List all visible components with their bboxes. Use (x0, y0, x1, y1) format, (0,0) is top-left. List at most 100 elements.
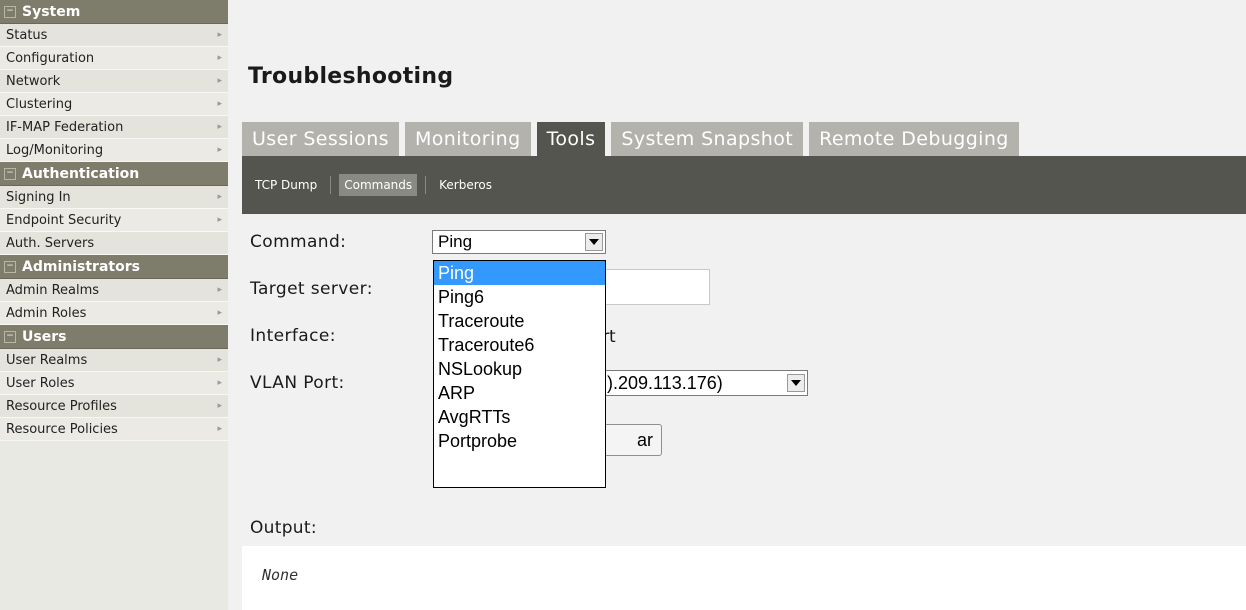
clear-button-label: ar (637, 429, 654, 450)
vlan-port-label: VLAN Port: (250, 373, 345, 393)
sidebar-item-label: User Realms (6, 352, 88, 368)
dropdown-option-nslookup[interactable]: NSLookup (434, 357, 605, 381)
sidebar-item-label: Status (6, 27, 48, 43)
subtab-bar: TCP Dump Commands Kerberos (242, 156, 1246, 214)
dropdown-option-traceroute[interactable]: Traceroute (434, 309, 605, 333)
sidebar-item-label: Signing In (6, 189, 71, 205)
section-title: Authentication (22, 165, 140, 182)
arrow-right-icon: ▸ (217, 99, 222, 109)
sidebar-item-label: Clustering (6, 96, 73, 112)
arrow-right-icon: ▸ (217, 53, 222, 63)
command-select[interactable]: Ping (432, 230, 606, 254)
arrow-right-icon: ▸ (217, 145, 222, 155)
sidebar-section-administrators: − Administrators Admin Realms ▸ Admin Role… (0, 255, 228, 325)
sidebar-item-configuration[interactable]: Configuration ▸ (0, 47, 228, 70)
dropdown-option-ping6[interactable]: Ping6 (434, 285, 605, 309)
vlan-port-value: ).209.113.176) (607, 372, 723, 393)
subtab-commands[interactable]: Commands (339, 174, 418, 196)
command-dropdown-list: Ping Ping6 Traceroute Traceroute6 NSLook… (433, 260, 606, 488)
sidebar-item-label: Endpoint Security (6, 212, 122, 228)
sidebar-item-signing-in[interactable]: Signing In ▸ (0, 186, 228, 209)
collapse-icon[interactable]: − (4, 167, 16, 180)
tab-bar: User Sessions Monitoring Tools System Sn… (242, 122, 1025, 156)
section-header[interactable]: − Administrators (0, 255, 228, 279)
divider (330, 176, 332, 194)
target-server-label: Target server: (250, 279, 373, 299)
chevron-down-icon[interactable] (787, 374, 805, 392)
sidebar-section-users: − Users User Realms ▸ User Roles ▸ Resource… (0, 325, 228, 441)
section-title: System (22, 3, 81, 20)
sidebar-item-label: Configuration (6, 50, 95, 66)
output-box: None (242, 546, 1246, 610)
tab-system-snapshot[interactable]: System Snapshot (611, 122, 804, 156)
dropdown-option-traceroute6[interactable]: Traceroute6 (434, 333, 605, 357)
sidebar-item-label: User Roles (6, 375, 75, 391)
arrow-right-icon: ▸ (217, 424, 222, 434)
output-label: Output: (250, 518, 317, 538)
arrow-right-icon: ▸ (217, 401, 222, 411)
tab-monitoring[interactable]: Monitoring (404, 122, 531, 156)
sidebar-item-admin-realms[interactable]: Admin Realms ▸ (0, 279, 228, 302)
sidebar-item-user-roles[interactable]: User Roles ▸ (0, 372, 228, 395)
sidebar-item-log-monitoring[interactable]: Log/Monitoring ▸ (0, 139, 228, 162)
sidebar-section-authentication: − Authentication Signing In ▸ Endpoint Sec… (0, 162, 228, 255)
sidebar-item-admin-roles[interactable]: Admin Roles ▸ (0, 302, 228, 325)
command-label: Command: (250, 232, 347, 252)
collapse-icon[interactable]: − (4, 330, 16, 343)
sidebar-item-label: Resource Profiles (6, 398, 117, 414)
arrow-right-icon: ▸ (217, 76, 222, 86)
arrow-right-icon: ▸ (217, 215, 222, 225)
tab-remote-debugging[interactable]: Remote Debugging (809, 122, 1019, 156)
interface-label: Interface: (250, 326, 336, 346)
sidebar-item-resource-profiles[interactable]: Resource Profiles ▸ (0, 395, 228, 418)
section-title: Users (22, 328, 67, 345)
arrow-right-icon: ▸ (217, 355, 222, 365)
sidebar: − System Status ▸ Configuration ▸ Network ▸ … (0, 0, 228, 610)
sidebar-item-clustering[interactable]: Clustering ▸ (0, 93, 228, 116)
sidebar-item-status[interactable]: Status ▸ (0, 24, 228, 47)
tab-tools[interactable]: Tools (536, 122, 606, 156)
sidebar-item-label: Log/Monitoring (6, 142, 104, 158)
sidebar-item-label: Admin Roles (6, 305, 87, 321)
clear-button[interactable]: ar (604, 424, 662, 456)
chevron-down-icon[interactable] (585, 233, 603, 251)
page-title: Troubleshooting (248, 64, 454, 89)
collapse-icon[interactable]: − (4, 260, 16, 273)
arrow-right-icon: ▸ (217, 308, 222, 318)
arrow-right-icon: ▸ (217, 378, 222, 388)
sidebar-item-label: IF-MAP Federation (6, 119, 124, 135)
tab-user-sessions[interactable]: User Sessions (242, 122, 399, 156)
section-header[interactable]: − System (0, 0, 228, 24)
arrow-right-icon: ▸ (217, 285, 222, 295)
sidebar-item-resource-policies[interactable]: Resource Policies ▸ (0, 418, 228, 441)
dropdown-option-portprobe[interactable]: Portprobe (434, 429, 605, 453)
collapse-icon[interactable]: − (4, 5, 16, 18)
section-header[interactable]: − Authentication (0, 162, 228, 186)
arrow-right-icon: ▸ (217, 192, 222, 202)
arrow-right-icon: ▸ (217, 122, 222, 132)
sidebar-item-network[interactable]: Network ▸ (0, 70, 228, 93)
target-server-input[interactable] (604, 269, 710, 305)
section-header[interactable]: − Users (0, 325, 228, 349)
sidebar-item-endpoint-security[interactable]: Endpoint Security ▸ (0, 209, 228, 232)
sidebar-item-label: Resource Policies (6, 421, 118, 437)
dropdown-option-arp[interactable]: ARP (434, 381, 605, 405)
subtab-tcp-dump[interactable]: TCP Dump (250, 174, 322, 196)
sidebar-item-ifmap-federation[interactable]: IF-MAP Federation ▸ (0, 116, 228, 139)
dropdown-option-avgrtts[interactable]: AvgRTTs (434, 405, 605, 429)
vlan-port-select[interactable]: ).209.113.176) (602, 370, 808, 396)
sidebar-item-label: Auth. Servers (6, 235, 95, 251)
sidebar-section-system: − System Status ▸ Configuration ▸ Network ▸ … (0, 0, 228, 162)
sidebar-item-label: Admin Realms (6, 282, 100, 298)
sidebar-item-label: Network (6, 73, 61, 89)
section-title: Administrators (22, 258, 140, 275)
sidebar-item-auth-servers[interactable]: Auth. Servers (0, 232, 228, 255)
subtab-kerberos[interactable]: Kerberos (434, 174, 497, 196)
sidebar-item-user-realms[interactable]: User Realms ▸ (0, 349, 228, 372)
command-value: Ping (438, 232, 473, 251)
arrow-right-icon: ▸ (217, 30, 222, 40)
main-content: Troubleshooting User Sessions Monitoring… (228, 0, 1246, 610)
divider (425, 176, 427, 194)
dropdown-option-ping[interactable]: Ping (434, 261, 605, 285)
output-text: None (262, 566, 299, 584)
